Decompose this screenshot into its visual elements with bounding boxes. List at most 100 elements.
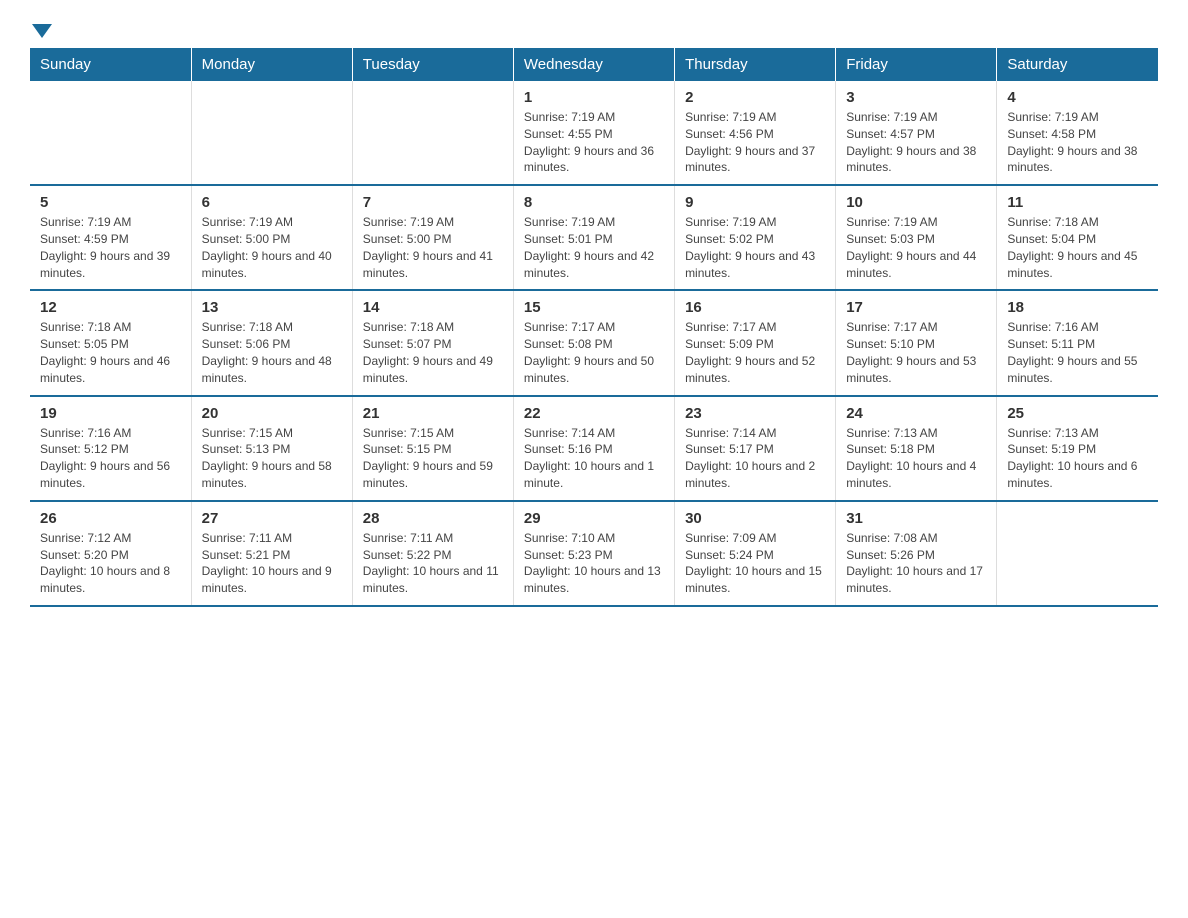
calendar-cell: 28 Sunrise: 7:11 AM Sunset: 5:22 PM Dayli…: [352, 501, 513, 606]
calendar-cell: 10 Sunrise: 7:19 AM Sunset: 5:03 PM Dayli…: [836, 185, 997, 290]
day-info: Sunrise: 7:16 AM Sunset: 5:11 PM Dayligh…: [1007, 319, 1148, 386]
calendar-cell: 5Sunrise: 7:19 AM Sunset: 4:59 PM Daylig…: [30, 185, 191, 290]
calendar-cell: 9 Sunrise: 7:19 AM Sunset: 5:02 PM Daylig…: [675, 185, 836, 290]
day-info: Sunrise: 7:17 AM Sunset: 5:09 PM Dayligh…: [685, 319, 825, 386]
header-saturday: Saturday: [997, 48, 1158, 81]
day-info: Sunrise: 7:13 AM Sunset: 5:18 PM Dayligh…: [846, 425, 986, 492]
day-number: 1: [524, 89, 664, 106]
week-row-1: 1 Sunrise: 7:19 AM Sunset: 4:55 PM Daylig…: [30, 81, 1158, 185]
calendar-cell: 3Sunrise: 7:19 AM Sunset: 4:57 PM Daylig…: [836, 81, 997, 185]
day-info: Sunrise: 7:19 AM Sunset: 5:00 PM Dayligh…: [363, 214, 503, 281]
calendar-cell: 14 Sunrise: 7:18 AM Sunset: 5:07 PM Dayli…: [352, 290, 513, 395]
calendar-cell: 16 Sunrise: 7:17 AM Sunset: 5:09 PM Dayli…: [675, 290, 836, 395]
day-number: 9: [685, 194, 825, 211]
day-number: 8: [524, 194, 664, 211]
day-number: 6: [202, 194, 342, 211]
week-row-2: 5Sunrise: 7:19 AM Sunset: 4:59 PM Daylig…: [30, 185, 1158, 290]
calendar-cell: 29 Sunrise: 7:10 AM Sunset: 5:23 PM Dayli…: [513, 501, 674, 606]
day-info: Sunrise: 7:18 AM Sunset: 5:05 PM Dayligh…: [40, 319, 181, 386]
day-number: 27: [202, 510, 342, 527]
day-info: Sunrise: 7:18 AM Sunset: 5:07 PM Dayligh…: [363, 319, 503, 386]
calendar-cell: 23 Sunrise: 7:14 AM Sunset: 5:17 PM Dayli…: [675, 396, 836, 501]
calendar-cell: [352, 81, 513, 185]
calendar-cell: 20 Sunrise: 7:15 AM Sunset: 5:13 PM Dayli…: [191, 396, 352, 501]
day-number: 30: [685, 510, 825, 527]
logo: [30, 20, 54, 38]
day-info: Sunrise: 7:17 AM Sunset: 5:10 PM Dayligh…: [846, 319, 986, 386]
day-info: Sunrise: 7:19 AM Sunset: 5:02 PM Dayligh…: [685, 214, 825, 281]
calendar-cell: 31 Sunrise: 7:08 AM Sunset: 5:26 PM Dayli…: [836, 501, 997, 606]
day-number: 10: [846, 194, 986, 211]
calendar-cell: 26Sunrise: 7:12 AM Sunset: 5:20 PM Dayli…: [30, 501, 191, 606]
week-row-3: 12 Sunrise: 7:18 AM Sunset: 5:05 PM Dayli…: [30, 290, 1158, 395]
day-info: Sunrise: 7:19 AM Sunset: 4:55 PM Dayligh…: [524, 109, 664, 176]
day-info: Sunrise: 7:19 AM Sunset: 5:03 PM Dayligh…: [846, 214, 986, 281]
day-number: 25: [1007, 405, 1148, 422]
week-row-5: 26Sunrise: 7:12 AM Sunset: 5:20 PM Dayli…: [30, 501, 1158, 606]
calendar-cell: 6 Sunrise: 7:19 AM Sunset: 5:00 PM Daylig…: [191, 185, 352, 290]
day-number: 24: [846, 405, 986, 422]
week-row-4: 19Sunrise: 7:16 AM Sunset: 5:12 PM Dayli…: [30, 396, 1158, 501]
day-info: Sunrise: 7:16 AM Sunset: 5:12 PM Dayligh…: [40, 425, 181, 492]
day-number: 17: [846, 299, 986, 316]
day-number: 20: [202, 405, 342, 422]
day-info: Sunrise: 7:19 AM Sunset: 5:01 PM Dayligh…: [524, 214, 664, 281]
day-info: Sunrise: 7:08 AM Sunset: 5:26 PM Dayligh…: [846, 530, 986, 597]
day-info: Sunrise: 7:18 AM Sunset: 5:04 PM Dayligh…: [1007, 214, 1148, 281]
calendar-cell: 4 Sunrise: 7:19 AM Sunset: 4:58 PM Daylig…: [997, 81, 1158, 185]
day-info: Sunrise: 7:18 AM Sunset: 5:06 PM Dayligh…: [202, 319, 342, 386]
day-info: Sunrise: 7:19 AM Sunset: 5:00 PM Dayligh…: [202, 214, 342, 281]
day-number: 28: [363, 510, 503, 527]
day-info: Sunrise: 7:19 AM Sunset: 4:59 PM Dayligh…: [40, 214, 181, 281]
day-info: Sunrise: 7:11 AM Sunset: 5:21 PM Dayligh…: [202, 530, 342, 597]
logo-arrow-icon: [32, 24, 52, 38]
calendar-cell: 11 Sunrise: 7:18 AM Sunset: 5:04 PM Dayli…: [997, 185, 1158, 290]
day-info: Sunrise: 7:09 AM Sunset: 5:24 PM Dayligh…: [685, 530, 825, 597]
calendar-header-row: SundayMondayTuesdayWednesdayThursdayFrid…: [30, 48, 1158, 81]
calendar-cell: 2Sunrise: 7:19 AM Sunset: 4:56 PM Daylig…: [675, 81, 836, 185]
day-info: Sunrise: 7:11 AM Sunset: 5:22 PM Dayligh…: [363, 530, 503, 597]
calendar-cell: 7Sunrise: 7:19 AM Sunset: 5:00 PM Daylig…: [352, 185, 513, 290]
calendar-cell: [997, 501, 1158, 606]
calendar-cell: 24 Sunrise: 7:13 AM Sunset: 5:18 PM Dayli…: [836, 396, 997, 501]
day-number: 14: [363, 299, 503, 316]
day-number: 13: [202, 299, 342, 316]
day-number: 3: [846, 89, 986, 106]
calendar-cell: 21 Sunrise: 7:15 AM Sunset: 5:15 PM Dayli…: [352, 396, 513, 501]
day-number: 29: [524, 510, 664, 527]
calendar-cell: 22 Sunrise: 7:14 AM Sunset: 5:16 PM Dayli…: [513, 396, 674, 501]
page-header: [30, 20, 1158, 38]
calendar-cell: 30 Sunrise: 7:09 AM Sunset: 5:24 PM Dayli…: [675, 501, 836, 606]
day-info: Sunrise: 7:15 AM Sunset: 5:15 PM Dayligh…: [363, 425, 503, 492]
calendar-cell: 27 Sunrise: 7:11 AM Sunset: 5:21 PM Dayli…: [191, 501, 352, 606]
calendar-cell: 15Sunrise: 7:17 AM Sunset: 5:08 PM Dayli…: [513, 290, 674, 395]
calendar-cell: 13 Sunrise: 7:18 AM Sunset: 5:06 PM Dayli…: [191, 290, 352, 395]
day-info: Sunrise: 7:19 AM Sunset: 4:56 PM Dayligh…: [685, 109, 825, 176]
header-wednesday: Wednesday: [513, 48, 674, 81]
calendar-cell: 17 Sunrise: 7:17 AM Sunset: 5:10 PM Dayli…: [836, 290, 997, 395]
day-info: Sunrise: 7:14 AM Sunset: 5:17 PM Dayligh…: [685, 425, 825, 492]
day-number: 21: [363, 405, 503, 422]
day-info: Sunrise: 7:12 AM Sunset: 5:20 PM Dayligh…: [40, 530, 181, 597]
day-info: Sunrise: 7:14 AM Sunset: 5:16 PM Dayligh…: [524, 425, 664, 492]
calendar-cell: [30, 81, 191, 185]
day-info: Sunrise: 7:10 AM Sunset: 5:23 PM Dayligh…: [524, 530, 664, 597]
day-number: 16: [685, 299, 825, 316]
day-number: 4: [1007, 89, 1148, 106]
day-info: Sunrise: 7:15 AM Sunset: 5:13 PM Dayligh…: [202, 425, 342, 492]
day-number: 11: [1007, 194, 1148, 211]
header-tuesday: Tuesday: [352, 48, 513, 81]
calendar-cell: 12 Sunrise: 7:18 AM Sunset: 5:05 PM Dayli…: [30, 290, 191, 395]
day-info: Sunrise: 7:19 AM Sunset: 4:58 PM Dayligh…: [1007, 109, 1148, 176]
calendar-cell: 19Sunrise: 7:16 AM Sunset: 5:12 PM Dayli…: [30, 396, 191, 501]
header-thursday: Thursday: [675, 48, 836, 81]
header-monday: Monday: [191, 48, 352, 81]
day-number: 15: [524, 299, 664, 316]
day-number: 23: [685, 405, 825, 422]
calendar-cell: 1 Sunrise: 7:19 AM Sunset: 4:55 PM Daylig…: [513, 81, 674, 185]
day-number: 22: [524, 405, 664, 422]
header-sunday: Sunday: [30, 48, 191, 81]
calendar-cell: 25Sunrise: 7:13 AM Sunset: 5:19 PM Dayli…: [997, 396, 1158, 501]
day-number: 31: [846, 510, 986, 527]
day-number: 12: [40, 299, 181, 316]
